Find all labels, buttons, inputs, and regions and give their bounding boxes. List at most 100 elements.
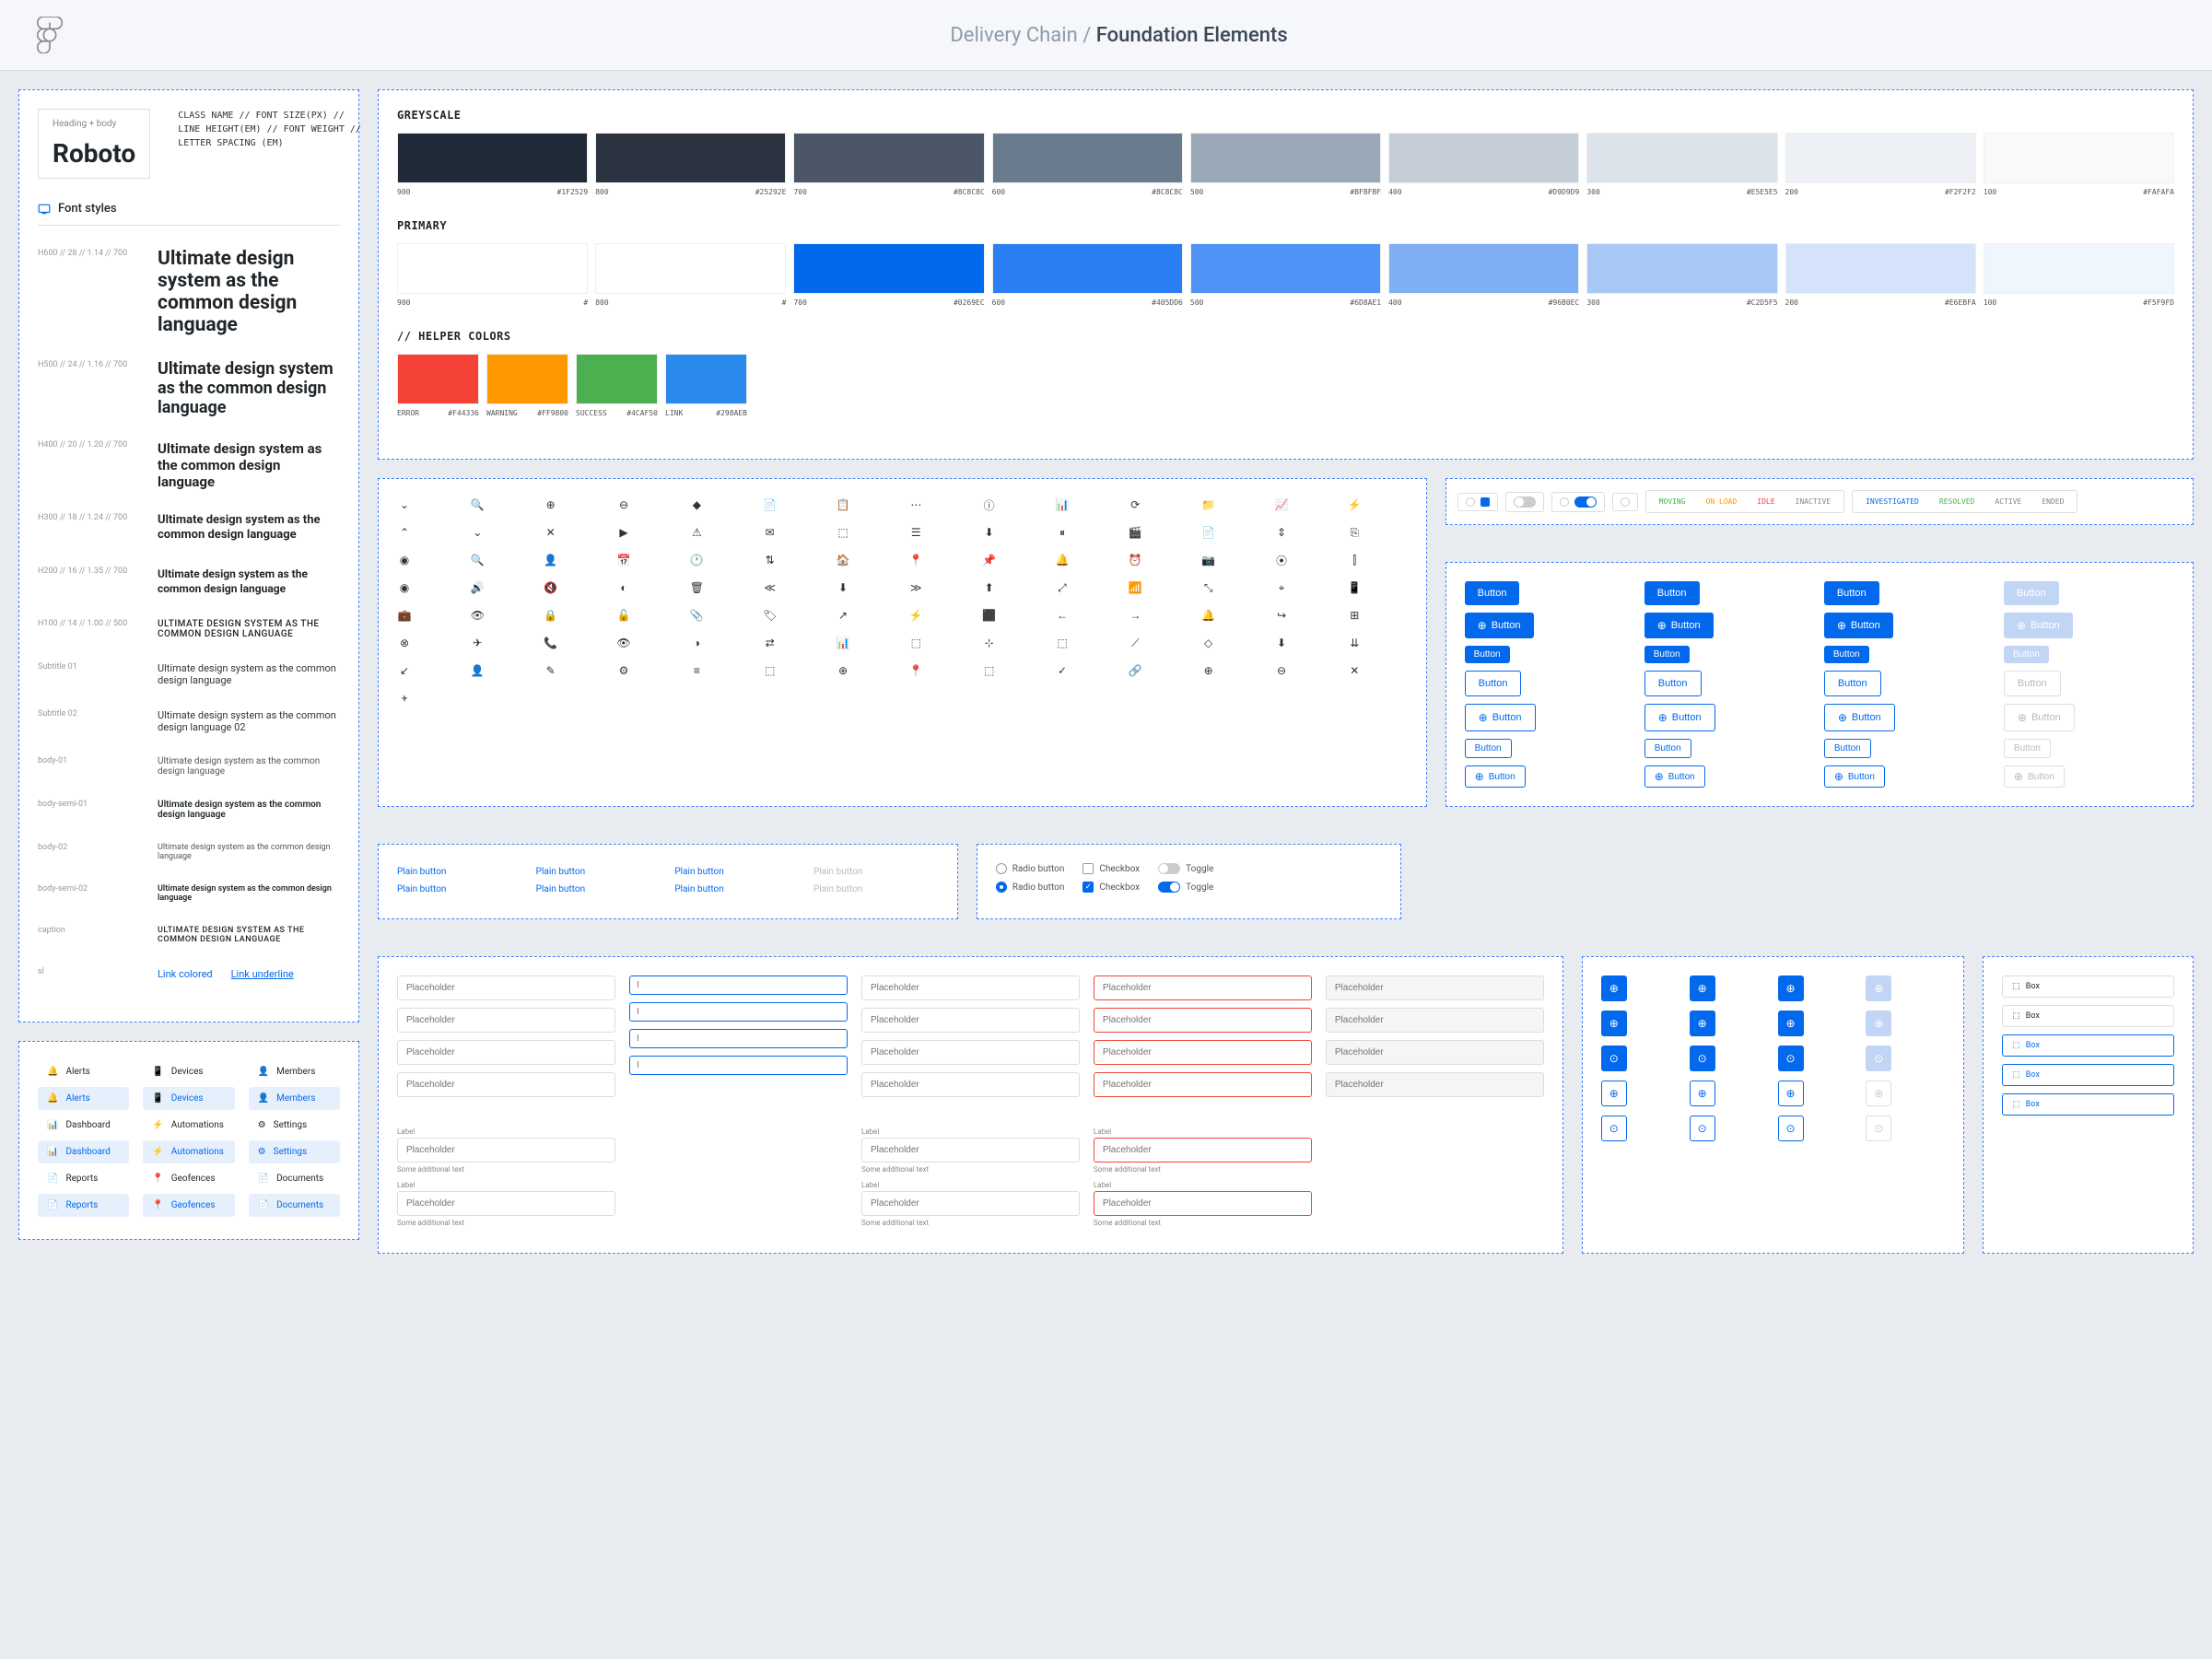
button-0-2[interactable]: Button [1465, 646, 1510, 663]
radio-checkbox-frame[interactable]: Radio buttonRadio button Checkbox✓Checkb… [977, 844, 1402, 919]
text-input[interactable] [1094, 1072, 1312, 1097]
swatch-primary-100[interactable]: 100#F5F9FD [1984, 243, 2174, 307]
plain-button[interactable]: Plain button [813, 881, 939, 898]
menu-item-settings[interactable]: ⚙Settings [249, 1140, 340, 1163]
icon-35[interactable]: 📍 [908, 553, 923, 567]
button-0-0[interactable]: Button [1465, 581, 1520, 605]
status-controls-frame[interactable]: MOVINGON LOADIDLEINACTIVE INVESTIGATEDRE… [1445, 478, 2194, 525]
link-underline[interactable]: Link underline [231, 968, 294, 980]
button-2-4[interactable]: Button [1824, 704, 1895, 731]
menu-item-alerts[interactable]: 🔔Alerts [38, 1060, 129, 1083]
radio-on[interactable]: Radio button [996, 882, 1065, 893]
text-input-labeled[interactable] [397, 1138, 615, 1162]
icon-8[interactable]: ⓘ [982, 497, 997, 512]
icon-button-9[interactable]: ⊙ [1690, 1046, 1715, 1071]
toggle-chip[interactable] [1505, 492, 1544, 512]
icon-26[interactable]: ⇕ [1274, 525, 1289, 540]
text-input[interactable] [629, 1056, 848, 1075]
icon-3[interactable]: ⊖ [616, 497, 631, 512]
radio-chip[interactable] [1457, 493, 1498, 511]
icon-79[interactable]: ⬚ [1055, 636, 1070, 650]
menu-item-devices[interactable]: 📱Devices [143, 1060, 234, 1083]
button-3-5[interactable]: Button [2004, 739, 2051, 758]
icon-button-13[interactable]: ⊕ [1690, 1081, 1715, 1106]
icon-button-8[interactable]: ⊙ [1601, 1046, 1627, 1071]
swatch-greyscale-300[interactable]: 300#E5E5E5 [1586, 133, 1777, 196]
icon-98[interactable]: + [397, 691, 412, 706]
text-input[interactable] [1326, 976, 1544, 1000]
buttons-frame[interactable]: Button Button Button Button Button Button Butt… [1445, 562, 2194, 807]
text-input[interactable] [861, 1040, 1080, 1065]
icon-69[interactable]: ⊞ [1347, 608, 1362, 623]
icon-button-12[interactable]: ⊕ [1601, 1081, 1627, 1106]
icon-40[interactable]: ⦿ [1274, 553, 1289, 567]
icon-27[interactable]: ⎘ [1347, 525, 1362, 540]
icon-56[interactable]: 💼 [397, 608, 412, 623]
plain-button[interactable]: Plain button [813, 863, 939, 881]
button-0-4[interactable]: Button [1465, 704, 1536, 731]
icon-button-0[interactable]: ⊕ [1601, 976, 1627, 1001]
icon-91[interactable]: 📍 [908, 663, 923, 678]
icon-43[interactable]: 🔊 [470, 580, 485, 595]
icon-90[interactable]: ⊕ [836, 663, 850, 678]
icon-74[interactable]: ◑ [689, 636, 704, 650]
inputs-frame[interactable]: LabelSome additional textLabelSome addit… [378, 956, 1563, 1254]
icon-button-6[interactable]: ⊕ [1778, 1011, 1804, 1036]
menu-item-automations[interactable]: ⚡Automations [143, 1114, 234, 1137]
icon-14[interactable]: ⌃ [397, 525, 412, 540]
icon-52[interactable]: 📶 [1128, 580, 1142, 595]
icon-80[interactable]: ⟋ [1128, 636, 1142, 650]
menu-item-members[interactable]: 👤Members [249, 1060, 340, 1083]
plain-button[interactable]: Plain button [536, 881, 661, 898]
link-colored[interactable]: Link colored [158, 968, 213, 980]
box-item[interactable]: ⬚Box [2002, 1034, 2174, 1057]
icon-button-17[interactable]: ⊙ [1690, 1116, 1715, 1141]
icon-2[interactable]: ⊕ [544, 497, 558, 512]
icon-button-14[interactable]: ⊕ [1778, 1081, 1804, 1106]
text-input-labeled[interactable] [1094, 1191, 1312, 1216]
swatch-primary-600[interactable]: 600#405DD6 [992, 243, 1183, 307]
icon-87[interactable]: ⚙ [616, 663, 631, 678]
icon-6[interactable]: 📋 [836, 497, 850, 512]
icon-28[interactable]: ◉ [397, 553, 412, 567]
button-2-5[interactable]: Button [1824, 739, 1871, 758]
button-2-1[interactable]: Button [1824, 613, 1893, 638]
icon-96[interactable]: ⊖ [1274, 663, 1289, 678]
icon-44[interactable]: 🔇 [544, 580, 558, 595]
icon-45[interactable]: ◐ [616, 580, 631, 595]
icon-29[interactable]: 🔍 [470, 553, 485, 567]
icon-72[interactable]: 📞 [544, 636, 558, 650]
swatch-primary-700[interactable]: 700#0269EC [793, 243, 984, 307]
icon-32[interactable]: 🕐 [689, 553, 704, 567]
icon-64[interactable]: ⬛ [982, 608, 997, 623]
button-2-2[interactable]: Button [1824, 646, 1869, 663]
swatch-helper-WARNING[interactable]: WARNING#FF9800 [486, 354, 568, 417]
box-item[interactable]: ⬚Box [2002, 976, 2174, 998]
icon-1[interactable]: 🔍 [470, 497, 485, 512]
text-input[interactable] [861, 1072, 1080, 1097]
icon-89[interactable]: ⬚ [763, 663, 778, 678]
icon-36[interactable]: 📌 [982, 553, 997, 567]
swatch-greyscale-200[interactable]: 200#F2F2F2 [1785, 133, 1976, 196]
icon-78[interactable]: ⊹ [982, 636, 997, 650]
icon-10[interactable]: ⟳ [1128, 497, 1142, 512]
icon-54[interactable]: ⌖ [1274, 580, 1289, 595]
menu-item-automations[interactable]: ⚡Automations [143, 1140, 234, 1163]
text-input[interactable] [1326, 1040, 1544, 1065]
icon-24[interactable]: 🎬 [1128, 525, 1142, 540]
toggle-on[interactable]: Toggle [1158, 882, 1213, 893]
swatch-primary-800[interactable]: 800# [595, 243, 786, 307]
swatch-primary-400[interactable]: 400#96B0EC [1388, 243, 1579, 307]
icon-5[interactable]: 📄 [763, 497, 778, 512]
icon-57[interactable]: 👁 [470, 608, 485, 623]
button-0-3[interactable]: Button [1465, 671, 1522, 696]
text-input[interactable] [397, 1040, 615, 1065]
toggle-off[interactable]: Toggle [1158, 863, 1213, 874]
button-0-5[interactable]: Button [1465, 739, 1512, 758]
box-item[interactable]: ⬚Box [2002, 1064, 2174, 1086]
button-3-4[interactable]: Button [2004, 704, 2075, 731]
radio-off[interactable]: Radio button [996, 863, 1065, 874]
menu-item-dashboard[interactable]: 📊Dashboard [38, 1140, 129, 1163]
button-2-6[interactable]: Button [1824, 765, 1885, 788]
icon-71[interactable]: ✈ [470, 636, 485, 650]
